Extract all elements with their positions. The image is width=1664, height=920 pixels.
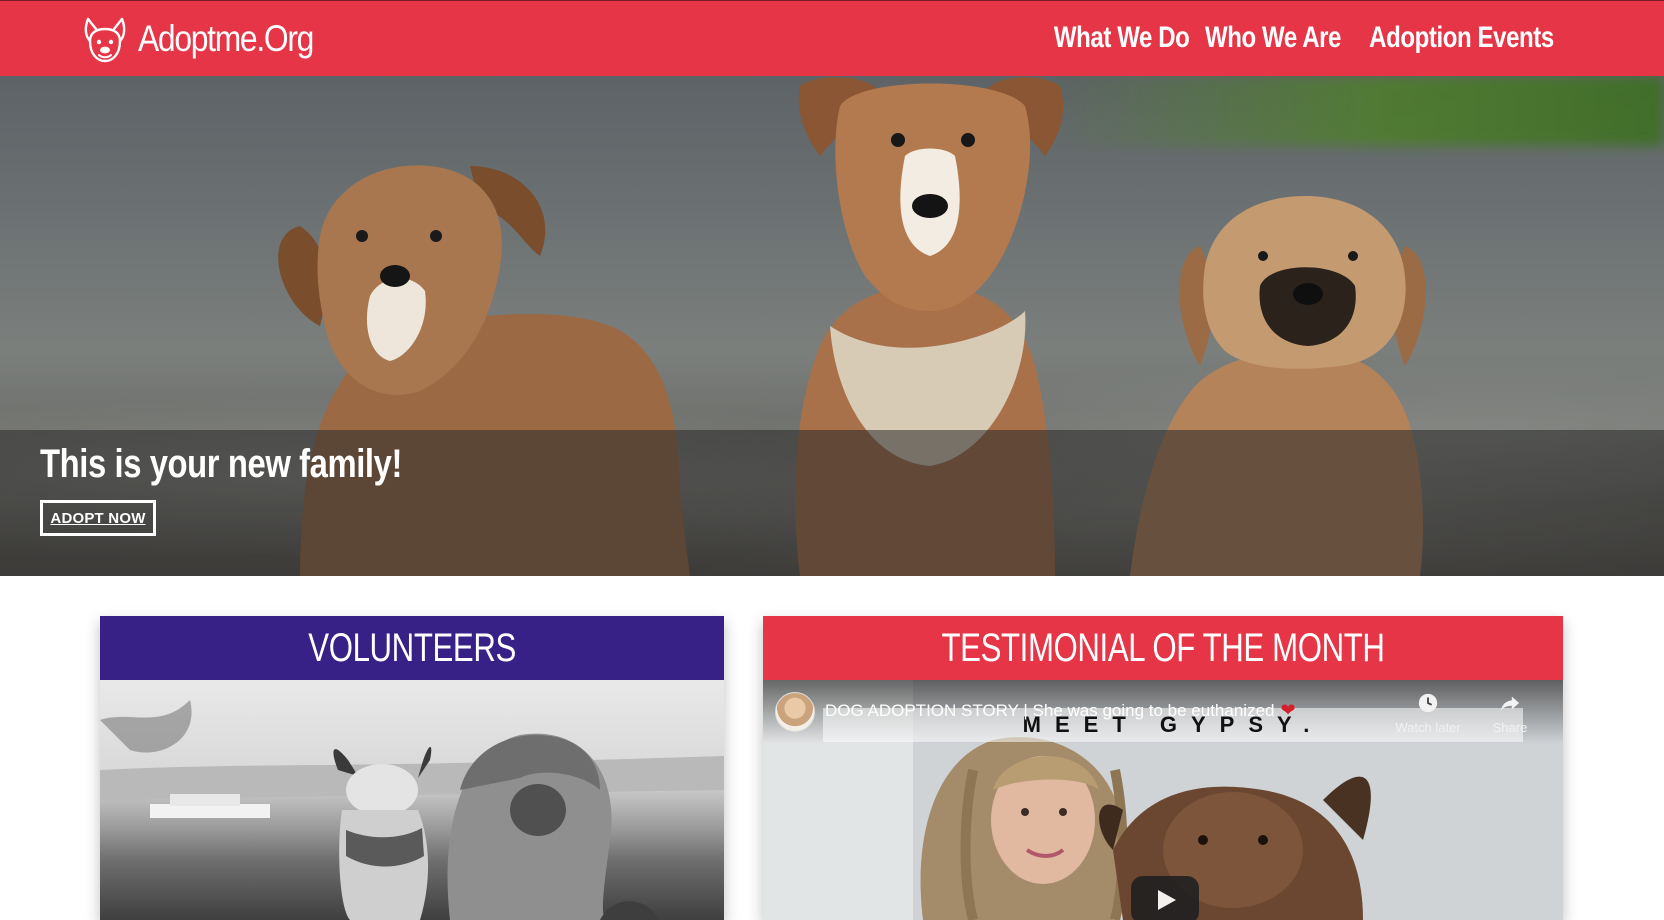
youtube-video-embed[interactable]: MEET GYPSY. DOG ADOPTION STORY | She was… — [763, 680, 1563, 920]
nav-adoption-events[interactable]: Adoption Events — [1369, 21, 1554, 55]
nav-who-we-are[interactable]: Who We Are — [1205, 21, 1341, 55]
brand-home-link[interactable]: Adoptme.Org — [82, 11, 342, 67]
testimonial-card-header: TESTIMONIAL OF THE MONTH — [763, 616, 1563, 680]
share-button[interactable]: Share — [1475, 692, 1545, 735]
testimonial-card: TESTIMONIAL OF THE MONTH MEET GYPSY. DOG… — [763, 616, 1563, 920]
testimonial-card-body: MEET GYPSY. DOG ADOPTION STORY | She was… — [763, 680, 1563, 920]
testimonial-heading: TESTIMONIAL OF THE MONTH — [941, 625, 1385, 670]
dog-face-icon — [84, 17, 126, 63]
play-button[interactable] — [1131, 876, 1199, 920]
top-nav-bar: Adoptme.Org What We Do Who We Are Adopti… — [0, 0, 1664, 76]
video-title-line[interactable]: DOG ADOPTION STORY | She was going to be… — [825, 700, 1296, 721]
volunteers-heading: VOLUNTEERS — [308, 625, 516, 670]
hero-banner: This is your new family! ADOPT NOW — [0, 76, 1664, 576]
nav-what-we-do[interactable]: What We Do — [1054, 21, 1190, 55]
volunteer-photo-illustration — [100, 700, 724, 920]
volunteer-photo — [100, 680, 724, 920]
volunteers-card-body — [100, 680, 724, 920]
video-title[interactable]: DOG ADOPTION STORY | She was going to be… — [825, 701, 1274, 720]
volunteers-card: VOLUNTEERS — [100, 616, 724, 920]
share-label: Share — [1492, 720, 1528, 735]
brand-name: Adoptme.Org — [138, 18, 314, 59]
main-nav: What We Do Who We Are Adoption Events — [1054, 21, 1555, 55]
heart-icon: ❤ — [1280, 700, 1296, 720]
watch-later-button[interactable]: Watch later — [1393, 692, 1463, 735]
watch-later-label: Watch later — [1395, 720, 1461, 735]
volunteers-card-header: VOLUNTEERS — [100, 616, 724, 680]
channel-avatar[interactable] — [775, 692, 815, 732]
hero-title: This is your new family! — [40, 442, 402, 486]
share-arrow-icon — [1500, 696, 1520, 712]
adopt-now-button[interactable]: ADOPT NOW — [40, 500, 156, 536]
clock-icon — [1418, 693, 1438, 713]
page: Adoptme.Org What We Do Who We Are Adopti… — [0, 0, 1664, 920]
